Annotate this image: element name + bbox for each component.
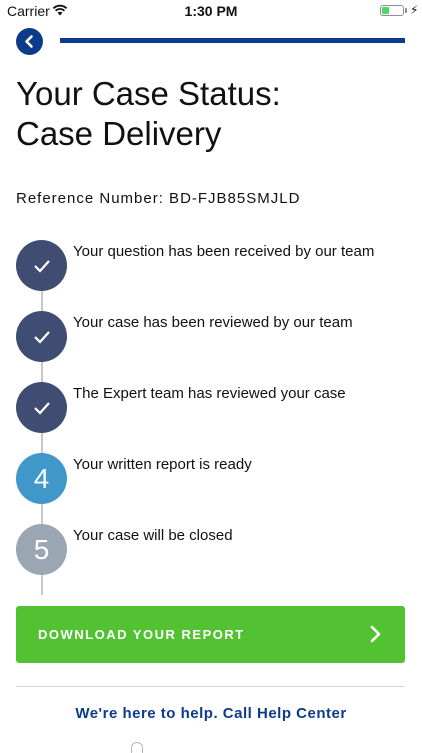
check-icon (33, 401, 50, 415)
step-3-circle (16, 382, 67, 433)
step-report-ready: 4 Your written report is ready (16, 443, 406, 504)
step-expert-reviewed: The Expert team has reviewed your case (16, 372, 406, 433)
step-2-circle (16, 311, 67, 362)
call-help-center-link[interactable]: We're here to help. Call Help Center (0, 705, 422, 722)
battery-cap (405, 8, 407, 13)
battery-icon (380, 5, 404, 16)
step-1-label: Your question has been received by our t… (73, 243, 375, 260)
title-line-1: Your Case Status: (16, 75, 281, 112)
step-5-label: Your case will be closed (73, 527, 233, 544)
step-5-circle: 5 (16, 524, 67, 575)
step-case-closed: 5 Your case will be closed (16, 514, 406, 575)
step-3-label: The Expert team has reviewed your case (73, 385, 346, 402)
chevron-right-icon (370, 625, 381, 643)
battery-level (382, 7, 389, 14)
check-icon (33, 330, 50, 344)
download-report-label: DOWNLOAD YOUR REPORT (38, 627, 245, 642)
scroll-indicator-icon (131, 742, 143, 753)
back-button[interactable] (16, 28, 43, 55)
step-1-circle (16, 240, 67, 291)
page-title: Your Case Status: Case Delivery (16, 74, 281, 154)
step-2-label: Your case has been reviewed by our team (73, 314, 353, 331)
step-received: Your question has been received by our t… (16, 230, 406, 291)
charging-bolt-icon: ⚡︎ (410, 3, 419, 17)
status-bar: Carrier 1:30 PM ⚡︎ (0, 0, 422, 22)
progress-fill (60, 38, 405, 43)
progress-bar (60, 38, 405, 43)
title-line-2: Case Delivery (16, 115, 222, 152)
download-report-button[interactable]: DOWNLOAD YOUR REPORT (16, 606, 405, 663)
clock: 1:30 PM (184, 3, 238, 19)
step-reviewed: Your case has been reviewed by our team (16, 301, 406, 362)
check-icon (33, 259, 50, 273)
chevron-left-icon (25, 35, 33, 48)
reference-number: Reference Number: BD-FJB85SMJLD (16, 190, 301, 207)
step-4-circle: 4 (16, 453, 67, 504)
step-4-label: Your written report is ready (73, 456, 252, 473)
divider (16, 686, 405, 687)
